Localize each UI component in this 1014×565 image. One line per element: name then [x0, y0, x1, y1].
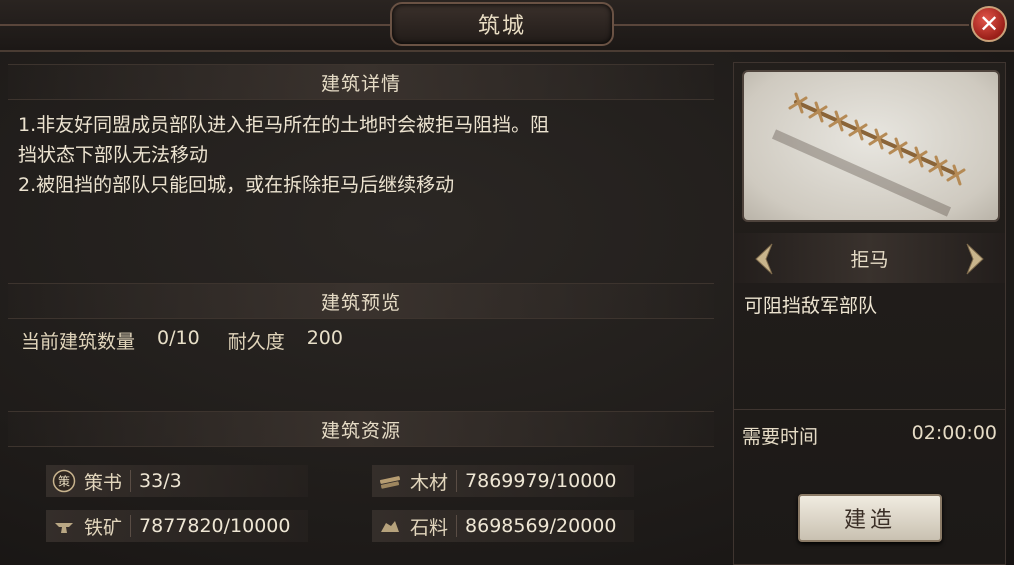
building-short-description: 可阻挡敌军部队: [744, 295, 878, 317]
details-panel: 建筑详情 1.非友好同盟成员部队进入拒马所在的土地时会被拒马阻挡。阻 挡状态下部…: [8, 64, 714, 565]
resource-label: 策书: [84, 471, 123, 494]
build-time-label: 需要时间: [742, 426, 819, 448]
section-title-details: 建筑详情: [320, 72, 401, 95]
resource-value: 7877820/10000: [130, 515, 290, 537]
section-header-details: 建筑详情: [8, 64, 714, 100]
dialog-title: 筑城: [477, 14, 526, 39]
svg-text:策: 策: [58, 475, 70, 489]
description-line: 1.非友好同盟成员部队进入拒马所在的土地时会被拒马阻挡。阻: [18, 114, 550, 136]
resource-row-stone: 石料 8698569/20000: [372, 510, 634, 542]
durability-label: 耐久度: [227, 331, 285, 353]
cheval-de-frise-illustration: [771, 92, 966, 217]
title-bar-ornament-right: [614, 24, 969, 26]
building-count-label: 当前建筑数量: [21, 331, 136, 353]
close-icon: ✕: [978, 10, 1000, 38]
resource-row-iron: 铁矿 7877820/10000: [46, 510, 308, 542]
building-info-panel: 拒马 可阻挡敌军部队 需要时间 02:00:00 建造: [733, 62, 1006, 565]
description-line: 挡状态下部队无法移动: [18, 144, 209, 166]
next-arrow-icon[interactable]: [963, 241, 989, 277]
close-button[interactable]: ✕: [971, 6, 1007, 42]
resource-row-wood: 木材 7869979/10000: [372, 465, 634, 497]
build-button[interactable]: 建造: [798, 494, 942, 542]
durability-value: 200: [306, 327, 343, 349]
building-name: 拒马: [850, 248, 889, 271]
title-bar: 筑城 ✕: [0, 0, 1014, 52]
fence-shadow: [771, 129, 952, 217]
building-preview-image: [742, 70, 1000, 222]
build-fortification-dialog: 筑城 ✕ 建筑详情 1.非友好同盟成员部队进入拒马所在的土地时会被拒马阻挡。阻 …: [0, 0, 1014, 565]
title-bar-ornament-left: [0, 24, 390, 26]
section-header-preview: 建筑预览: [8, 283, 714, 319]
resource-value: 7869979/10000: [456, 470, 616, 492]
description-line: 2.被阻挡的部队只能回城，或在拆除拒马后继续移动: [18, 174, 455, 196]
resource-label: 木材: [410, 471, 449, 494]
resource-value: 33/3: [130, 470, 182, 492]
section-title-preview: 建筑预览: [320, 291, 401, 314]
prev-arrow-icon[interactable]: [750, 241, 776, 277]
stone-icon: [378, 514, 402, 538]
build-time-row: 需要时间 02:00:00: [742, 422, 997, 449]
section-title-resources: 建筑资源: [320, 419, 401, 442]
fence-stakes: [788, 92, 966, 186]
resource-label: 铁矿: [84, 516, 123, 539]
wood-icon: [378, 469, 402, 493]
resource-value: 8698569/20000: [456, 515, 616, 537]
strategy-book-icon: 策: [52, 469, 76, 493]
building-stats: 当前建筑数量 0/10 耐久度 200: [21, 327, 343, 354]
divider: [734, 409, 1005, 410]
building-description: 1.非友好同盟成员部队进入拒马所在的土地时会被拒马阻挡。阻 挡状态下部队无法移动…: [18, 110, 708, 200]
resource-label: 石料: [410, 516, 449, 539]
build-time-value: 02:00:00: [911, 422, 997, 444]
iron-ore-icon: [52, 514, 76, 538]
title-plate: 筑城: [390, 2, 614, 46]
building-count-value: 0/10: [157, 327, 200, 349]
section-header-resources: 建筑资源: [8, 411, 714, 447]
build-button-label: 建造: [843, 508, 896, 533]
resource-row-strategy-book: 策 策书 33/3: [46, 465, 308, 497]
